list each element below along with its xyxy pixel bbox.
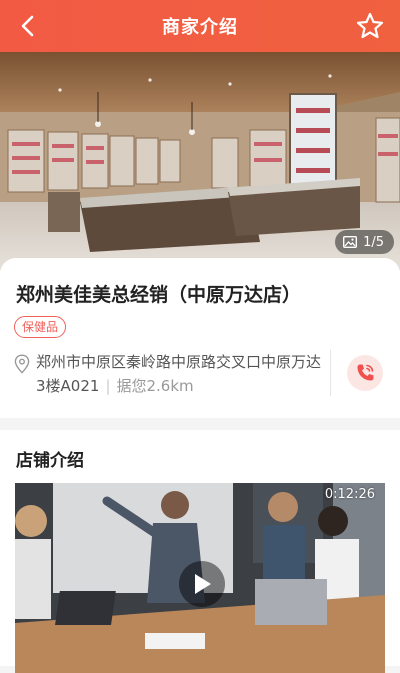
location-pin-icon [14,354,30,374]
video-duration: 0:12:26 [324,487,375,502]
store-info-card: 郑州美佳美总经销（中原万达店） 保健品 郑州市中原区秦岭路中原路交叉口中原万达3… [0,258,400,418]
address-separator: | [105,377,111,395]
image-icon [343,236,358,248]
category-tag: 保健品 [14,316,67,338]
top-navigation-bar: 商家介绍 [0,0,400,52]
intro-video-player[interactable]: 0:12:26 [15,483,385,673]
store-name: 郑州美佳美总经销（中原万达店） [16,284,302,306]
section-title: 店铺介绍 [16,451,84,471]
play-icon [195,574,211,594]
gallery-counter-text: 1/5 [363,234,384,250]
store-distance: 据您2.6km [116,377,194,395]
store-address-block[interactable]: 郑州市中原区秦岭路中原路交叉口中原万达3楼A021 | 据您2.6km [36,350,326,398]
back-button[interactable] [12,10,44,42]
favorite-button[interactable] [354,10,386,42]
page-title: 商家介绍 [162,17,238,38]
star-icon [356,12,384,39]
store-introduction-section: 店铺介绍 0:12:26 [0,430,400,673]
back-arrow-icon [21,15,34,37]
vertical-divider [330,350,331,396]
call-button[interactable] [347,355,383,391]
gallery-counter: 1/5 [335,230,394,254]
phone-icon [357,364,374,381]
play-button[interactable] [179,561,225,607]
